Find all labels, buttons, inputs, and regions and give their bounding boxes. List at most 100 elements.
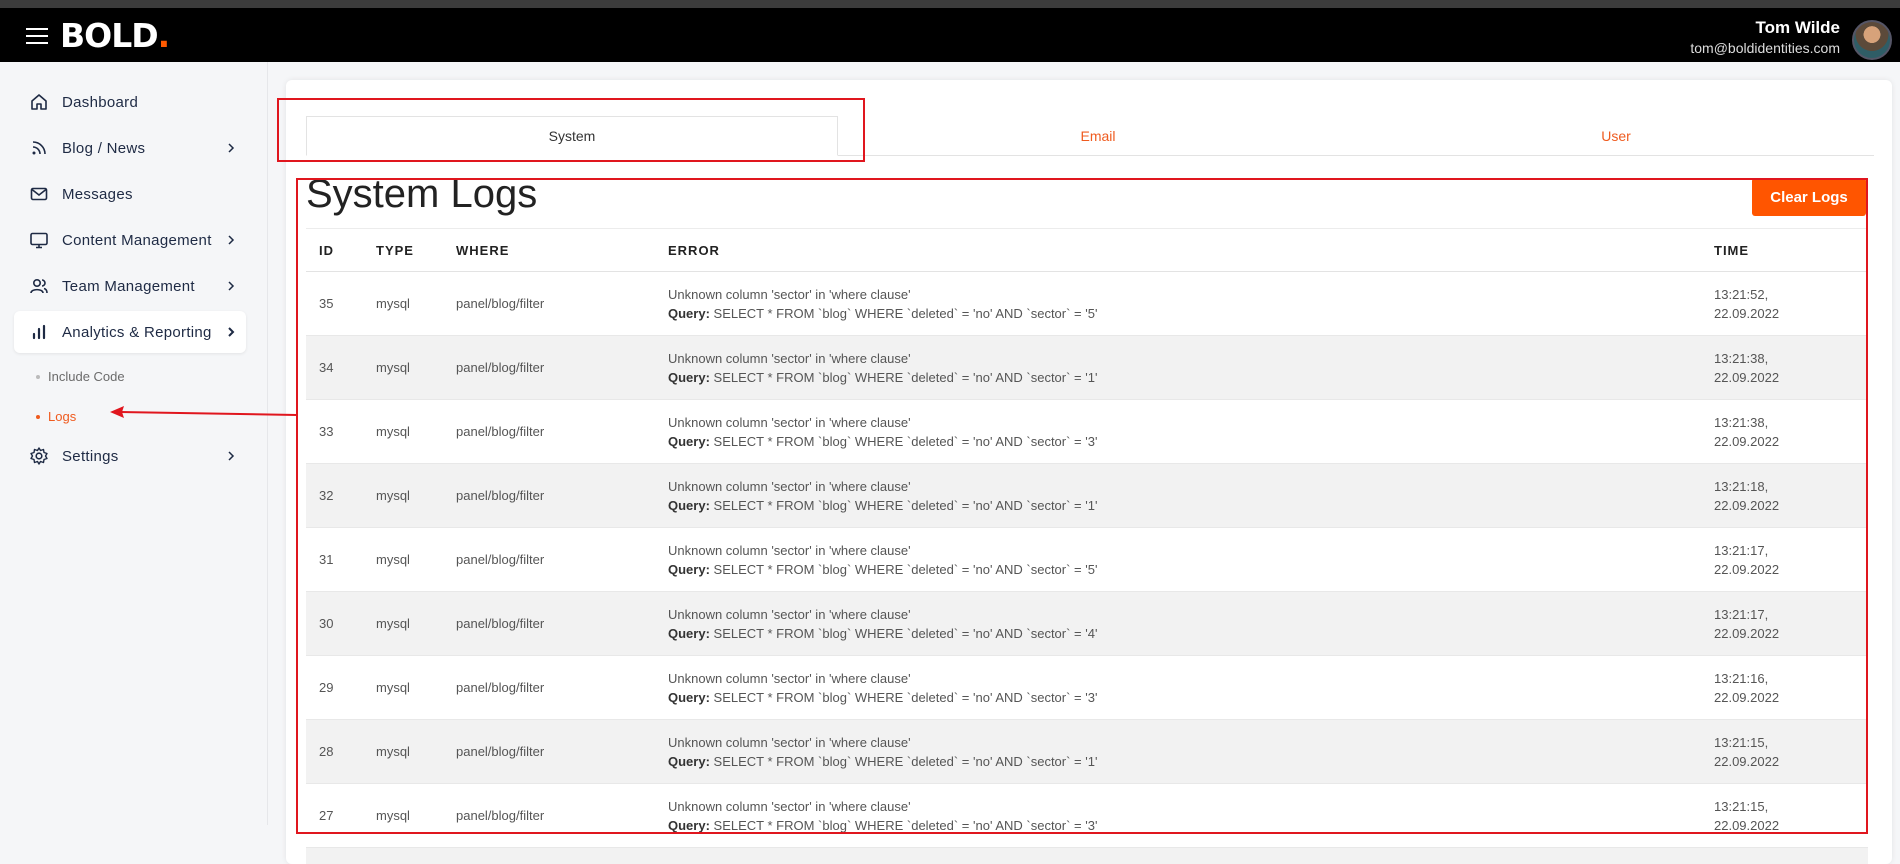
sidebar: Dashboard Blog / News Messages Content M…: [0, 62, 268, 825]
cell-type: mysql: [376, 744, 410, 759]
error-message: Unknown column 'sector' in 'where clause…: [668, 478, 911, 494]
error-query: Query: SELECT * FROM `blog` WHERE `delet…: [668, 688, 1714, 707]
window-top-strip: [0, 0, 1900, 8]
chevron-right-icon: [228, 327, 235, 337]
query-text: SELECT * FROM `blog` WHERE `deleted` = '…: [713, 625, 1098, 641]
cell-type: mysql: [376, 296, 410, 311]
cell-id: 34: [319, 360, 334, 375]
sidebar-item-messages[interactable]: Messages: [14, 173, 246, 215]
cell-id: 29: [319, 680, 334, 695]
cell-where: panel/blog/filter: [456, 680, 545, 695]
sidebar-item-analytics-reporting[interactable]: Analytics & Reporting: [14, 311, 246, 353]
table-row: 27 mysql panel/blog/filter Unknown column '…: [306, 784, 1868, 848]
error-query: Query: SELECT * FROM `blog` WHERE `delet…: [668, 752, 1714, 771]
top-header: BOLD. Tom Wilde tom@boldidentities.com: [0, 8, 1900, 62]
menu-icon[interactable]: [26, 28, 48, 44]
user-info[interactable]: Tom Wilde tom@boldidentities.com: [1690, 18, 1840, 56]
annotation-arrow: [110, 406, 298, 418]
time-value: 13:21:16,: [1714, 670, 1769, 686]
cell-where: panel/blog/filter: [456, 808, 545, 823]
cell-error: Unknown column 'sector' in 'where clause…: [668, 285, 1714, 323]
query-text: SELECT * FROM `blog` WHERE `deleted` = '…: [713, 753, 1098, 769]
time-value: 13:21:15,: [1714, 798, 1769, 814]
cell-where: panel/blog/filter: [456, 360, 545, 375]
cell-time: 13:21:38, 22.09.2022: [1714, 349, 1868, 387]
sidebar-item-blog-news[interactable]: Blog / News: [14, 127, 246, 169]
time-value: 13:21:38,: [1714, 414, 1769, 430]
gear-icon: [28, 445, 50, 467]
table-row: 28 mysql panel/blog/filter Unknown column '…: [306, 720, 1868, 784]
sidebar-item-settings[interactable]: Settings: [14, 435, 246, 477]
query-label: Query:: [668, 433, 710, 449]
query-text: SELECT * FROM `blog` WHERE `deleted` = '…: [713, 561, 1098, 577]
table-row: 29 mysql panel/blog/filter Unknown column '…: [306, 656, 1868, 720]
sidebar-item-dashboard[interactable]: Dashboard: [14, 81, 246, 123]
column-header-id[interactable]: ID: [306, 243, 376, 258]
sidebar-item-label: Messages: [62, 185, 133, 203]
error-message: Unknown column 'sector' in 'where clause…: [668, 286, 911, 302]
date-value: 22.09.2022: [1714, 625, 1780, 641]
cell-id: 35: [319, 296, 334, 311]
sidebar-item-label: Blog / News: [62, 139, 146, 157]
error-message: Unknown column 'sector' in 'where clause…: [668, 542, 911, 558]
tab-user[interactable]: User: [1358, 116, 1874, 156]
time-value: 13:21:38,: [1714, 350, 1769, 366]
query-text: SELECT * FROM `blog` WHERE `deleted` = '…: [713, 497, 1098, 513]
tab-email[interactable]: Email: [838, 116, 1358, 156]
error-query: Query: SELECT * FROM `blog` WHERE `delet…: [668, 816, 1714, 835]
cell-where: panel/blog/filter: [456, 552, 545, 567]
cell-id: 28: [319, 744, 334, 759]
sidebar-subitem-label: Logs: [48, 409, 77, 424]
sidebar-subitem-label: Include Code: [48, 369, 125, 384]
cell-time: 13:21:52, 22.09.2022: [1714, 285, 1868, 323]
table-row: 33 mysql panel/blog/filter Unknown column '…: [306, 400, 1868, 464]
cell-error: Unknown column 'sector' in 'where clause…: [668, 733, 1714, 771]
users-icon: [28, 275, 50, 297]
sidebar-item-label: Content Management: [62, 231, 212, 249]
chevron-right-icon: [228, 235, 235, 245]
column-header-type[interactable]: TYPE: [376, 243, 456, 258]
table-row: 35 mysql panel/blog/filter Unknown column '…: [306, 272, 1868, 336]
error-message: Unknown column 'sector' in 'where clause…: [668, 798, 911, 814]
column-header-where[interactable]: WHERE: [456, 243, 668, 258]
column-header-error[interactable]: ERROR: [668, 241, 1714, 260]
cell-type: mysql: [376, 424, 410, 439]
error-message: Unknown column 'sector' in 'where clause…: [668, 606, 911, 622]
query-label: Query:: [668, 497, 710, 513]
table-header: ID TYPE WHERE ERROR TIME: [306, 228, 1868, 272]
sidebar-item-label: Analytics & Reporting: [62, 323, 212, 341]
query-label: Query:: [668, 625, 710, 641]
column-header-time[interactable]: TIME: [1714, 241, 1868, 260]
cell-time: 13:21:17, 22.09.2022: [1714, 605, 1868, 643]
error-query: Query: SELECT * FROM `blog` WHERE `delet…: [668, 560, 1714, 579]
sidebar-subitem-include-code[interactable]: Include Code: [36, 369, 125, 384]
tab-system[interactable]: System: [306, 116, 838, 156]
cell-where: panel/blog/filter: [456, 616, 545, 631]
cell-id: 30: [319, 616, 334, 631]
monitor-icon: [28, 229, 50, 251]
query-label: Query:: [668, 561, 710, 577]
rss-icon: [28, 137, 50, 159]
cell-where: panel/blog/filter: [456, 744, 545, 759]
clear-logs-button[interactable]: Clear Logs: [1752, 178, 1866, 216]
sidebar-subitem-logs[interactable]: Logs: [36, 409, 76, 424]
cell-time: 13:21:38, 22.09.2022: [1714, 413, 1868, 451]
table-row: 34 mysql panel/blog/filter Unknown column '…: [306, 336, 1868, 400]
sidebar-item-content-management[interactable]: Content Management: [14, 219, 246, 261]
date-value: 22.09.2022: [1714, 369, 1780, 385]
avatar[interactable]: [1852, 20, 1892, 60]
time-value: 13:21:52,: [1714, 286, 1769, 302]
table-body: 35 mysql panel/blog/filter Unknown column '…: [306, 272, 1868, 848]
bar-chart-icon: [28, 321, 50, 343]
cell-error: Unknown column 'sector' in 'where clause…: [668, 605, 1714, 643]
logo[interactable]: BOLD.: [60, 16, 170, 55]
time-value: 13:21:18,: [1714, 478, 1769, 494]
date-value: 22.09.2022: [1714, 753, 1780, 769]
error-query: Query: SELECT * FROM `blog` WHERE `delet…: [668, 496, 1714, 515]
log-tabs: System Email User: [306, 116, 1874, 156]
home-icon: [28, 91, 50, 113]
sidebar-item-label: Team Management: [62, 277, 195, 295]
date-value: 22.09.2022: [1714, 689, 1780, 705]
cell-type: mysql: [376, 360, 410, 375]
sidebar-item-team-management[interactable]: Team Management: [14, 265, 246, 307]
